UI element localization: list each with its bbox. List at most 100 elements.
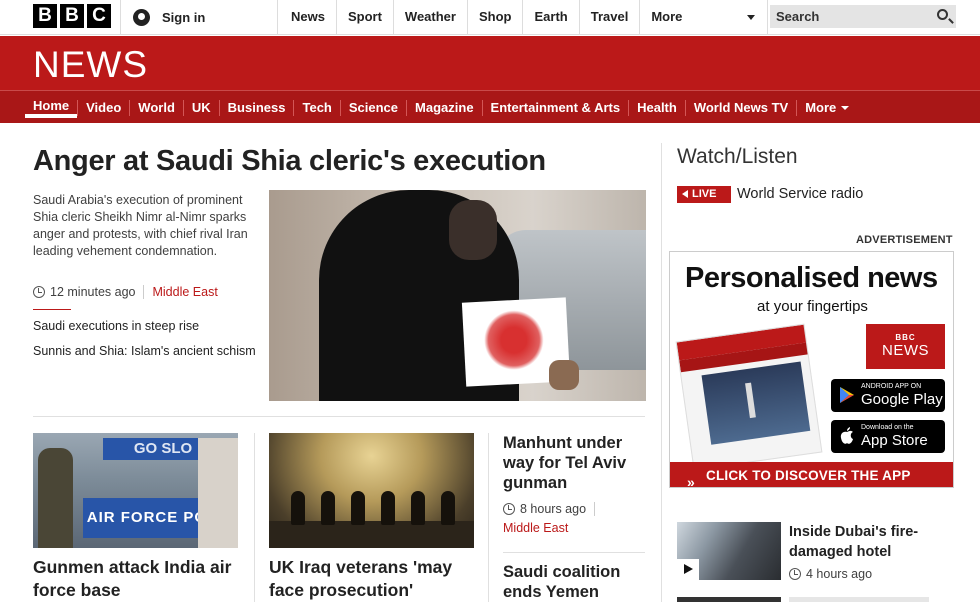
ad-subtitle: at your fingertips [757,298,868,315]
story-image[interactable] [269,433,474,548]
story-image[interactable]: GO SLO AIR FORCE POLIC [33,433,238,548]
section-world-news-tv[interactable]: World News TV [684,99,796,116]
apple-icon [840,427,853,444]
story-tag[interactable]: Middle East [503,521,568,535]
section-magazine[interactable]: Magazine [406,99,482,116]
story-title[interactable]: Gunmen attack India air force base [33,556,243,602]
section-business[interactable]: Business [218,99,294,116]
phone-image [675,323,823,471]
section-science[interactable]: Science [339,99,406,116]
image-soldier [291,491,305,525]
story-time: 8 hours ago [520,502,587,516]
next-divider [789,597,929,602]
topnav-more[interactable]: More [640,0,769,35]
logo-letter-c: C [87,4,111,28]
chevron-down-icon [841,106,850,111]
topnav-sport[interactable]: Sport [337,0,394,35]
search-input[interactable]: Search [770,5,956,28]
search-placeholder: Search [776,9,820,24]
news-logo[interactable]: NEWS [33,44,148,86]
section-world[interactable]: World [129,99,183,116]
discover-app-button[interactable]: » CLICK TO DISCOVER THE APP [670,462,953,488]
app-store-button[interactable]: Download on the App Store [831,420,945,453]
logo-letter-b1: B [33,4,57,28]
story-meta: 8 hours ago [503,502,596,516]
topnav-weather[interactable]: Weather [394,0,468,35]
topnav-travel[interactable]: Travel [580,0,641,35]
top-story-image[interactable] [269,190,646,401]
search-icon[interactable] [937,9,948,20]
section-home[interactable]: Home [25,98,78,118]
top-story-headline[interactable]: Anger at Saudi Shia cleric's execution [33,145,546,178]
play-icon[interactable] [677,559,699,580]
world-service-radio-link[interactable]: World Service radio [737,186,863,202]
divider [503,552,645,553]
section-health[interactable]: Health [628,99,685,116]
divider [254,433,255,602]
related-link[interactable]: Sunnis and Shia: Islam's ancient schism [33,343,258,359]
image-ground [269,521,474,548]
top-bar: B B C Sign in News Sport Weather Shop Ea… [0,0,980,35]
logo-letter-b2: B [60,4,84,28]
bbc-logo[interactable]: B B C [33,4,111,28]
google-play-icon [840,387,854,403]
next-thumbnail[interactable] [677,597,781,602]
double-chevron-right-icon: » [687,474,695,488]
story-title[interactable]: Saudi coalition ends Yemen [503,562,643,602]
google-play-label: Google Play [861,391,943,408]
top-story-meta: 12 minutes ago Middle East [33,285,218,299]
video-story-title[interactable]: Inside Dubai's fire-damaged hotel [789,522,959,562]
cta-label: CLICK TO DISCOVER THE APP [706,468,911,483]
related-link[interactable]: Saudi executions in steep rise [33,319,199,333]
image-soldier [411,491,425,525]
section-more[interactable]: More [796,99,857,116]
divider [661,143,662,602]
section-tech[interactable]: Tech [293,99,339,116]
google-play-small: ANDROID APP ON [861,383,922,390]
advertisement[interactable]: Personalised news at your fingertips BBC… [669,251,954,488]
live-badge[interactable]: LIVE [677,186,731,203]
signin-button[interactable]: Sign in [120,0,278,35]
user-icon [133,9,150,26]
clock-icon [789,568,801,580]
watch-listen-heading: Watch/Listen [677,145,798,168]
top-nav: News Sport Weather Shop Earth Travel Mor… [280,0,769,35]
image-soldier [38,448,73,548]
news-header: NEWS [0,36,980,90]
topnav-more-label: More [651,9,683,24]
video-thumbnail[interactable] [677,522,781,580]
image-soldier [321,491,335,525]
speaker-icon [682,190,688,198]
image-soldier [351,491,365,525]
top-story-tag[interactable]: Middle East [143,285,218,299]
chevron-down-icon [747,15,756,20]
section-more-label: More [805,99,837,115]
image-face [449,200,497,260]
divider [594,502,596,516]
ad-title: Personalised news [685,262,938,294]
section-video[interactable]: Video [77,99,129,116]
app-logo-bbc: BBC [895,333,916,342]
advertisement-label: ADVERTISEMENT [856,234,953,246]
divider [488,433,489,602]
image-soldier [381,491,395,525]
clock-icon [33,286,45,298]
story-title[interactable]: UK Iraq veterans 'may face prosecution' [269,556,479,602]
section-uk[interactable]: UK [182,99,219,116]
top-story-time: 12 minutes ago [50,285,136,299]
bbc-news-app-logo: BBC NEWS [866,324,945,369]
live-label: LIVE [692,188,717,200]
clock-icon [503,503,515,515]
video-story-meta: 4 hours ago [789,567,872,581]
top-story-summary: Saudi Arabia's execution of prominent Sh… [33,193,248,258]
app-store-label: App Store [861,432,928,449]
divider [33,309,71,310]
image-soldier [441,491,455,525]
story-title[interactable]: Manhunt under way for Tel Aviv gunman [503,433,643,493]
topnav-news[interactable]: News [280,0,337,35]
topnav-earth[interactable]: Earth [523,0,580,35]
google-play-button[interactable]: ANDROID APP ON Google Play [831,379,945,412]
topnav-shop[interactable]: Shop [468,0,524,35]
phone-photo [701,361,811,445]
section-entertainment[interactable]: Entertainment & Arts [481,99,629,116]
